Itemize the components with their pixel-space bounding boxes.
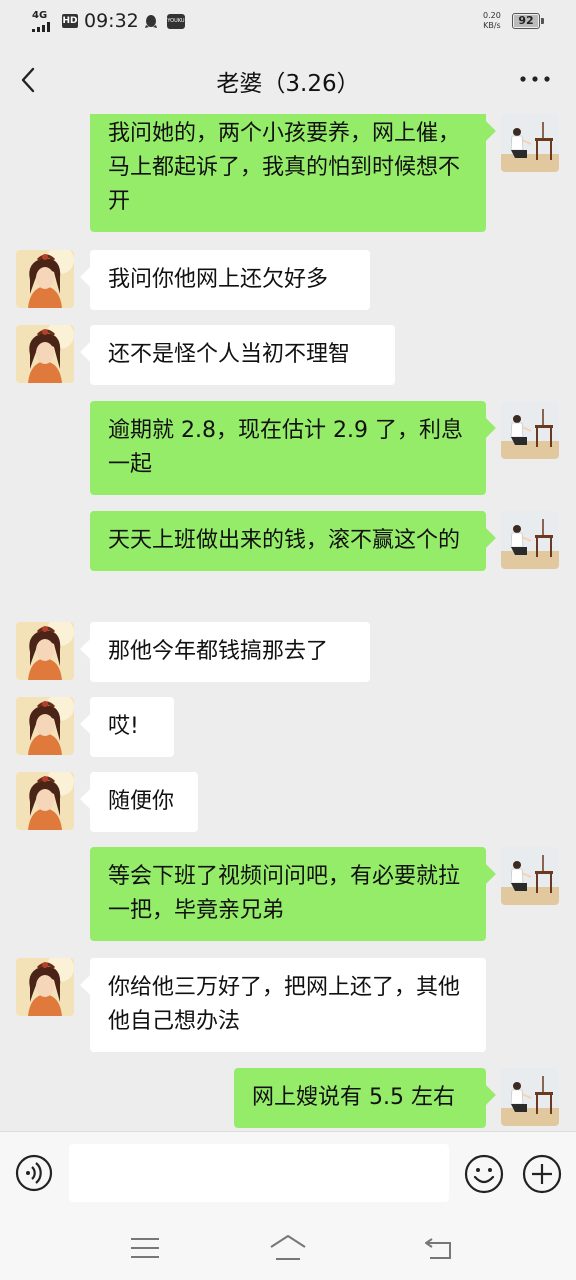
network-speed: 0.20 KB/s xyxy=(483,11,501,31)
message-bubble[interactable]: 逾期就 2.8，现在估计 2.9 了，利息一起 xyxy=(90,401,486,495)
system-nav-bar xyxy=(0,1215,576,1280)
avatar-contact[interactable] xyxy=(16,325,74,383)
battery-icon: 92 xyxy=(512,13,544,29)
speed-value: 0.20 xyxy=(483,11,501,20)
chat-header: 老婆（3.26） xyxy=(0,44,576,114)
message-text: 逾期就 2.8，现在估计 2.9 了，利息一起 xyxy=(108,418,463,477)
message-bubble[interactable]: 网上嫂说有 5.5 左右 xyxy=(234,1068,486,1128)
message-text: 我问她的，两个小孩要养，网上催，马上都起诉了，我真的怕到时候想不开 xyxy=(108,121,461,214)
message-bubble[interactable]: 等会下班了视频问问吧，有必要就拉一把，毕竟亲兄弟 xyxy=(90,847,486,941)
avatar-self[interactable] xyxy=(501,847,559,905)
qq-icon xyxy=(145,15,157,28)
avatar-self[interactable] xyxy=(501,511,559,569)
battery-level: 92 xyxy=(514,15,538,27)
network-type: 4G xyxy=(32,10,48,21)
message-text: 网上嫂说有 5.5 左右 xyxy=(252,1085,455,1110)
avatar-self[interactable] xyxy=(501,1068,559,1126)
avatar-contact[interactable] xyxy=(16,250,74,308)
message-bubble[interactable]: 还不是怪个人当初不理智 xyxy=(90,325,395,385)
emoji-icon[interactable] xyxy=(464,1154,504,1194)
return-icon[interactable] xyxy=(422,1233,456,1263)
avatar-self[interactable] xyxy=(501,401,559,459)
message-text: 等会下班了视频问问吧，有必要就拉一把，毕竟亲兄弟 xyxy=(108,864,461,923)
message-text: 随便你 xyxy=(108,789,175,814)
message-bubble[interactable]: 你给他三万好了，把网上还了，其他他自己想办法 xyxy=(90,958,486,1052)
message-text: 我问你他网上还欠好多 xyxy=(108,267,329,292)
youku-icon: YOUKU xyxy=(167,14,185,29)
message-bubble[interactable]: 天天上班做出来的钱，滚不赢这个的 xyxy=(90,511,486,571)
avatar-contact[interactable] xyxy=(16,958,74,1016)
message-text: 你给他三万好了，把网上还了，其他他自己想办法 xyxy=(108,975,461,1034)
chat-title: 老婆（3.26） xyxy=(216,71,360,97)
message-bubble[interactable]: 我问你他网上还欠好多 xyxy=(90,250,370,310)
input-bar xyxy=(0,1131,576,1216)
hd-badge: HD xyxy=(62,14,78,28)
menu-icon[interactable] xyxy=(129,1235,161,1261)
home-icon[interactable] xyxy=(268,1233,308,1263)
message-list: 我问她的，两个小孩要养，网上催，马上都起诉了，我真的怕到时候想不开 我问你他网上… xyxy=(0,114,576,1131)
signal-icon xyxy=(32,22,54,32)
message-bubble[interactable]: 那他今年都钱搞那去了 xyxy=(90,622,370,682)
message-text: 哎! xyxy=(108,714,139,739)
status-time: 09:32 xyxy=(84,10,139,32)
message-bubble[interactable]: 我问她的，两个小孩要养，网上催，马上都起诉了，我真的怕到时候想不开 xyxy=(90,114,486,232)
more-dots-icon[interactable] xyxy=(518,74,552,84)
message-text: 还不是怪个人当初不理智 xyxy=(108,342,351,367)
message-bubble[interactable]: 随便你 xyxy=(90,772,198,832)
avatar-contact[interactable] xyxy=(16,772,74,830)
speed-unit: KB/s xyxy=(483,21,501,30)
avatar-contact[interactable] xyxy=(16,697,74,755)
message-text: 那他今年都钱搞那去了 xyxy=(108,639,329,664)
status-bar: 4G HD 09:32 YOUKU 0.20 KB/s 92 xyxy=(0,0,576,44)
voice-icon[interactable] xyxy=(15,1154,53,1192)
plus-icon[interactable] xyxy=(522,1154,562,1194)
message-text: 天天上班做出来的钱，滚不赢这个的 xyxy=(108,528,461,553)
message-input[interactable] xyxy=(69,1144,449,1202)
message-bubble[interactable]: 哎! xyxy=(90,697,174,757)
avatar-self[interactable] xyxy=(501,114,559,172)
avatar-contact[interactable] xyxy=(16,622,74,680)
